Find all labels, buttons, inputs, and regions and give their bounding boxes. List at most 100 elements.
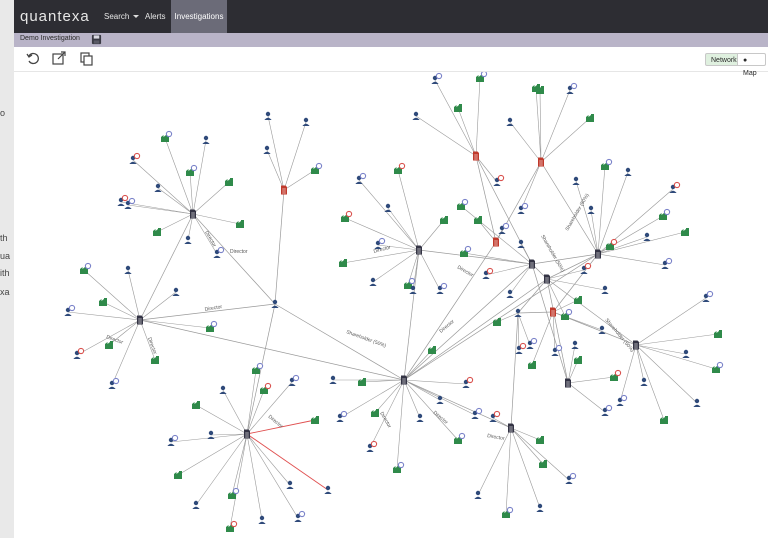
graph-toolbar: Network ● Map [14, 47, 768, 77]
graph-edge [246, 389, 265, 435]
graph-edge [403, 263, 533, 381]
risk-badge-icon [230, 520, 238, 528]
save-icon[interactable] [91, 34, 102, 45]
document-node-icon [508, 423, 514, 433]
person-node-icon [474, 490, 482, 499]
graph-edge [509, 121, 542, 163]
edge-label: Shareholder (50%) [539, 234, 565, 274]
risk-badge-icon [112, 377, 120, 385]
graph-edge [517, 312, 520, 351]
graph-edges [67, 77, 719, 529]
nav-search[interactable]: Search [104, 0, 142, 33]
company-node-icon [236, 220, 244, 228]
risk-badge-icon [466, 376, 474, 384]
graph-edge [231, 433, 248, 496]
graph-edge [457, 107, 477, 157]
edge-label: Director [267, 414, 285, 430]
person-node-icon [536, 503, 544, 512]
risk-badge-icon [440, 282, 448, 290]
graph-edge [139, 291, 177, 321]
alert-document-node-icon [473, 151, 479, 161]
export-icon[interactable] [50, 50, 68, 67]
background-text-fragment: xa [0, 287, 10, 297]
company-node-icon [371, 409, 379, 417]
person-node-icon [601, 285, 609, 294]
risk-badge-icon [340, 410, 348, 418]
graph-edge [192, 139, 207, 215]
person-node-icon [192, 500, 200, 509]
risk-badge-icon [315, 162, 323, 170]
risk-badge-icon [569, 472, 577, 480]
edge-label: Director [203, 230, 217, 248]
graph-edge [139, 213, 194, 321]
graph-edge [246, 369, 257, 435]
person-node-icon [693, 398, 701, 407]
person-node-icon [572, 176, 580, 185]
graph-edge [403, 379, 441, 401]
graph-edge [111, 319, 141, 386]
graph-edge [418, 249, 533, 265]
person-node-icon [324, 485, 332, 494]
graph-edge [415, 115, 477, 157]
graph-edge [546, 269, 585, 280]
company-node-icon [151, 356, 159, 364]
company-node-icon [474, 216, 482, 224]
risk-badge-icon [530, 337, 538, 345]
graph-edge [575, 180, 599, 255]
edge-label: Director [432, 410, 450, 426]
background-text-fragment: ith [0, 268, 10, 278]
graph-edge [246, 433, 299, 519]
app-window: quantexa Search Alerts Investigations De… [14, 0, 768, 538]
risk-badge-icon [345, 210, 353, 218]
risk-badge-icon [480, 72, 488, 78]
person-node-icon [416, 413, 424, 422]
document-node-icon [190, 209, 196, 219]
graph-edge [590, 209, 599, 255]
graph-edge [403, 278, 548, 381]
alert-document-node-icon [550, 307, 556, 317]
background-text-fragment: o [0, 108, 6, 118]
chevron-down-icon [133, 15, 140, 19]
map-view-toggle[interactable]: ● Map [737, 53, 766, 77]
graph-edge [396, 379, 405, 470]
risk-badge-icon [584, 262, 592, 270]
graph-edge [475, 155, 497, 243]
risk-badge-icon [502, 222, 510, 230]
company-node-icon [586, 114, 594, 122]
graph-edge [132, 159, 194, 215]
undo-icon[interactable] [24, 50, 42, 67]
risk-badge-icon [210, 320, 218, 328]
company-node-icon [440, 216, 448, 224]
company-node-icon [192, 401, 200, 409]
graph-edge [274, 189, 285, 305]
person-node-icon [172, 287, 180, 296]
graph-edge [266, 149, 285, 191]
risk-badge-icon [298, 510, 306, 518]
risk-badge-icon [68, 304, 76, 312]
graph-edge [635, 344, 665, 421]
risk-badge-icon [716, 361, 724, 369]
copy-icon[interactable] [78, 50, 96, 67]
company-node-icon [574, 296, 582, 304]
brand-logo[interactable]: quantexa [20, 8, 90, 25]
risk-badge-icon [378, 237, 386, 245]
company-node-icon [311, 416, 319, 424]
edge-label: Shareholder (50%) [603, 317, 635, 353]
company-node-icon [681, 228, 689, 236]
network-view-toggle[interactable]: Network [705, 53, 738, 66]
person-node-icon [640, 377, 648, 386]
alert-document-node-icon [281, 185, 287, 195]
risk-badge-icon [190, 164, 198, 172]
network-graph-canvas[interactable]: Director Director Director Director Director… [14, 72, 768, 538]
graph-edge [418, 219, 445, 251]
edge-label: Director [373, 245, 392, 255]
company-node-icon [105, 341, 113, 349]
graph-edge [510, 427, 570, 481]
risk-badge-icon [84, 262, 92, 270]
graph-edge [267, 115, 285, 191]
graph-edge [139, 319, 405, 381]
document-node-icon [595, 249, 601, 259]
nav-alerts[interactable]: Alerts [145, 0, 167, 33]
nav-investigations[interactable]: Investigations [171, 0, 227, 33]
graph-edge [387, 207, 420, 251]
